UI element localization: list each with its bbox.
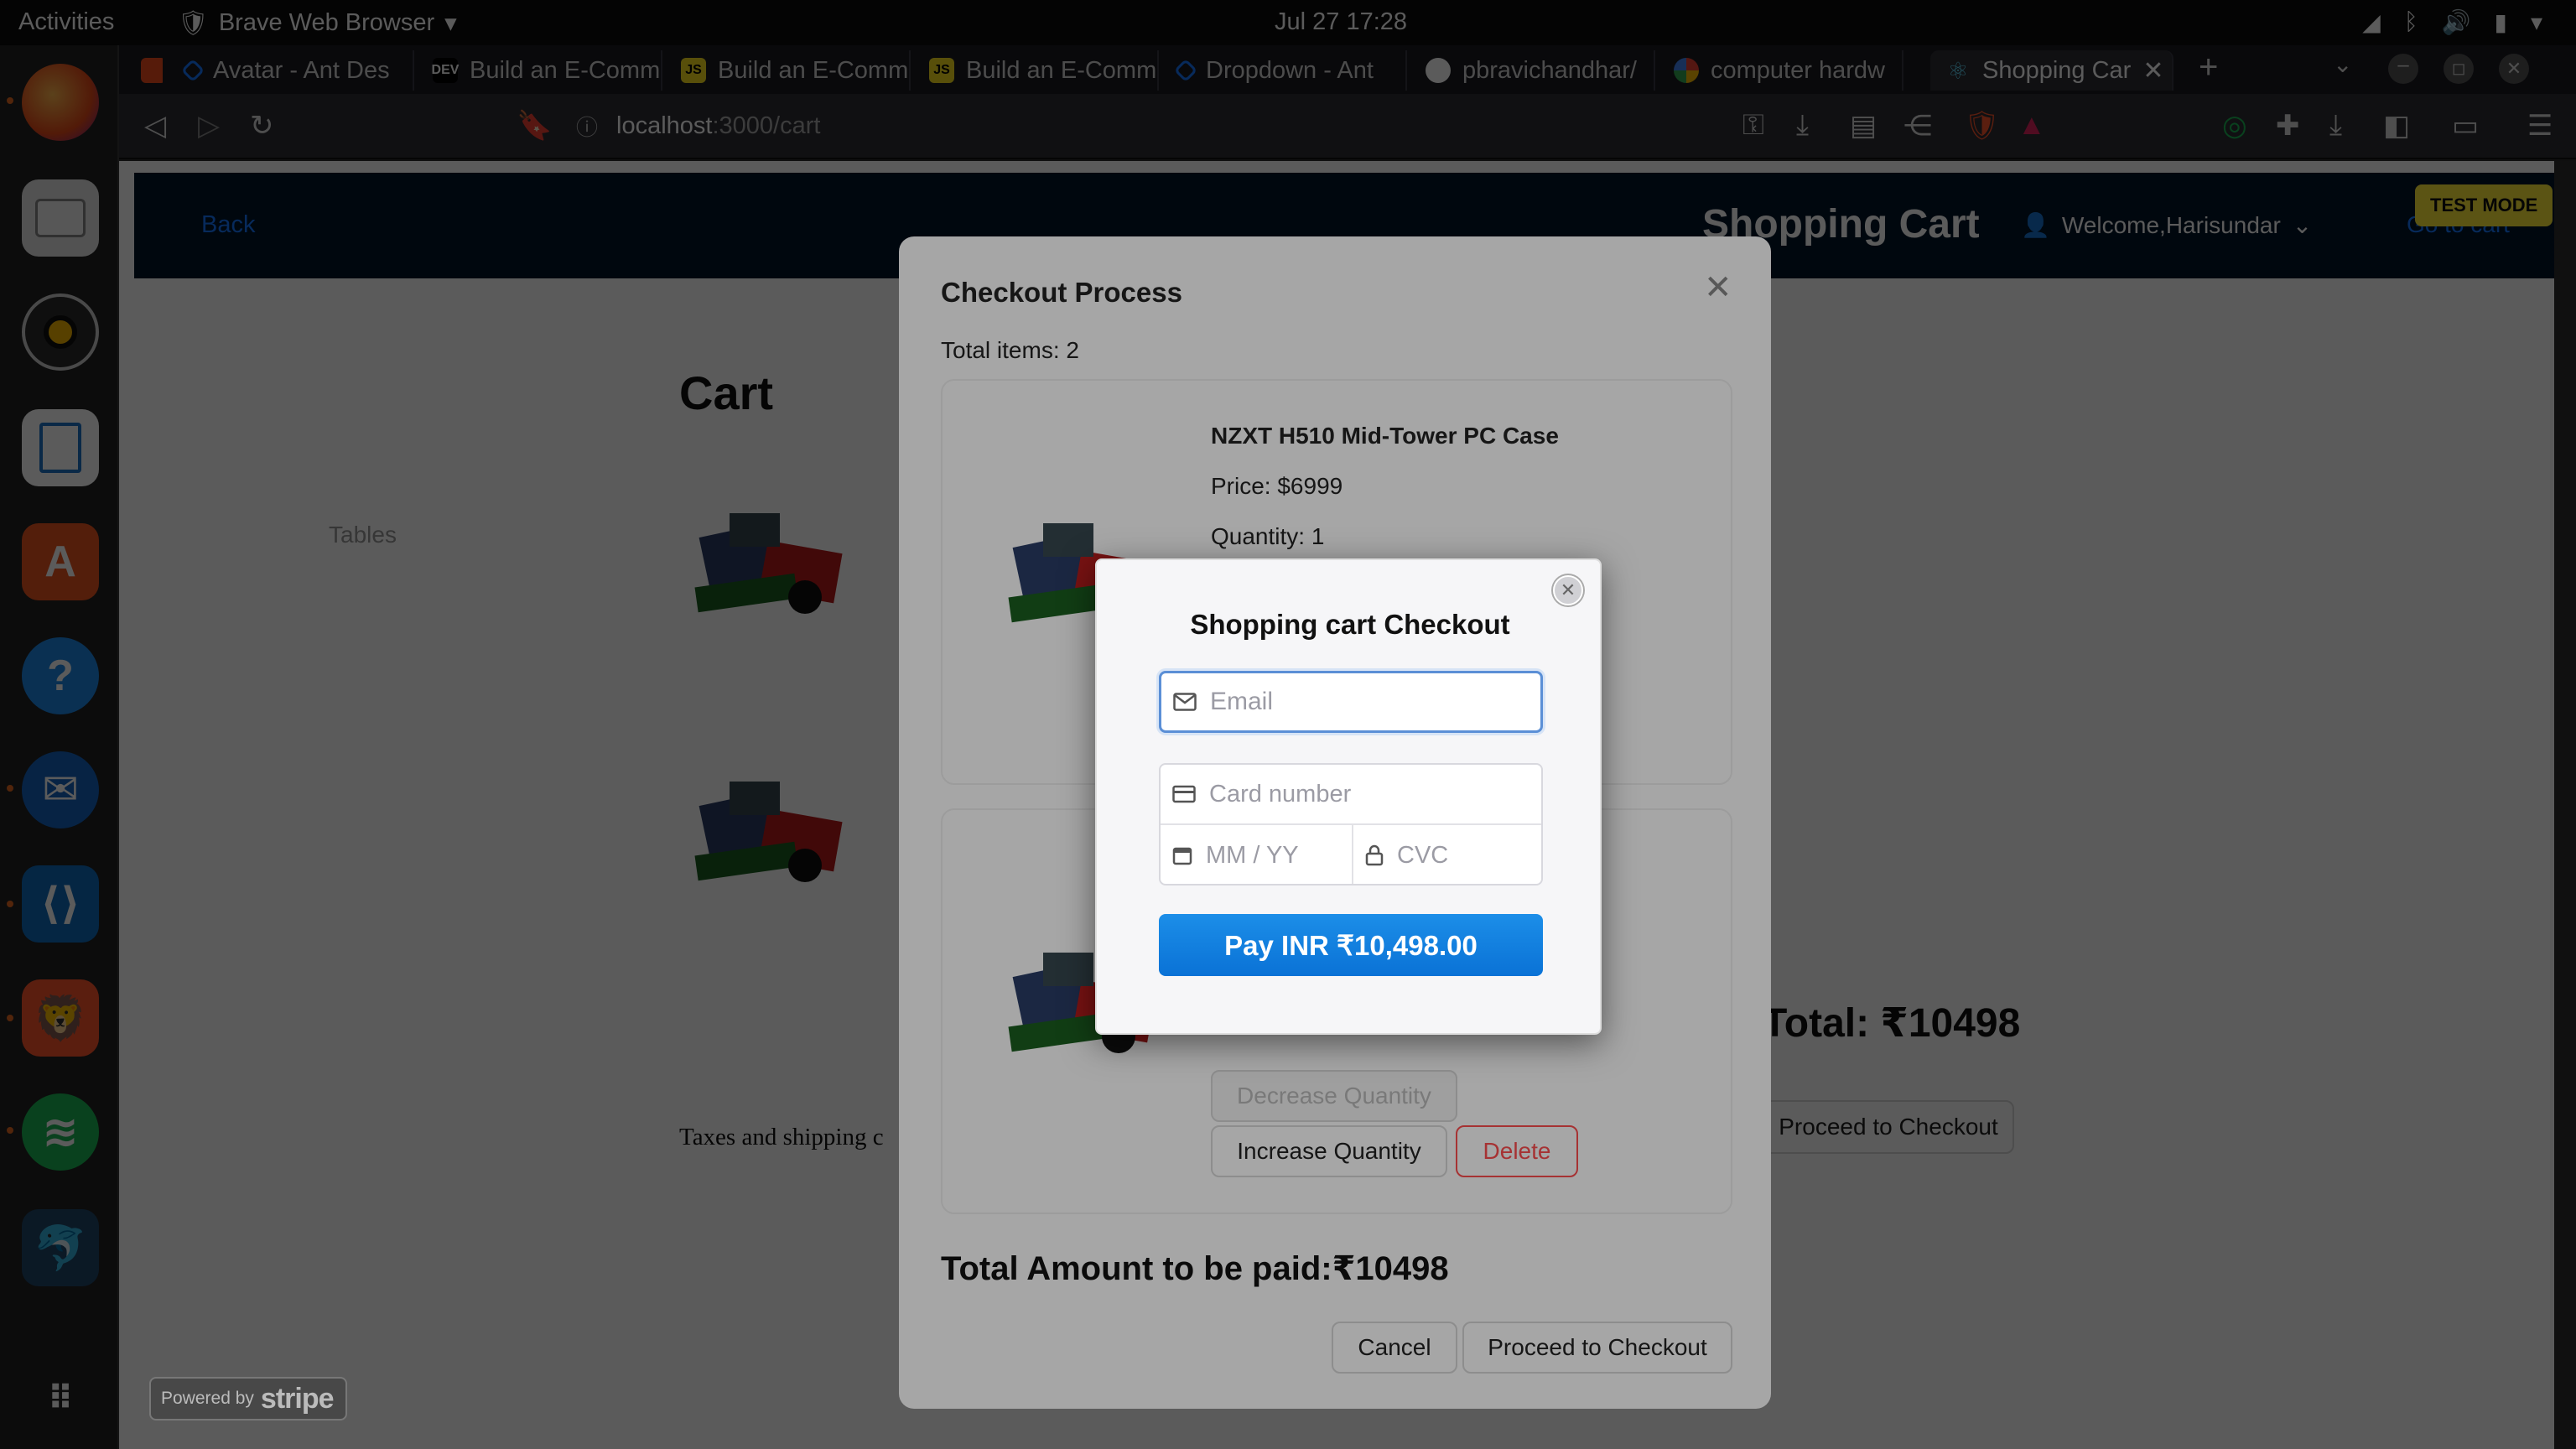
powered-by-label: Powered by (161, 1389, 254, 1408)
stripe-checkout-dialog: ✕ Shopping cart Checkout Pay INR ₹10,49 (1095, 558, 1602, 1035)
calendar-icon (1172, 845, 1192, 865)
expiry-input[interactable] (1206, 841, 1340, 870)
powered-by-stripe-badge[interactable]: Powered by stripe (149, 1377, 347, 1420)
credit-card-icon (1172, 785, 1196, 803)
card-details-group (1159, 763, 1543, 886)
lock-icon (1365, 844, 1384, 866)
stripe-logo: stripe (260, 1382, 335, 1415)
email-input[interactable] (1210, 688, 1529, 716)
close-icon[interactable]: ✕ (1553, 575, 1583, 605)
email-field[interactable] (1159, 671, 1543, 733)
envelope-icon (1173, 693, 1197, 711)
card-number-field[interactable] (1161, 765, 1541, 825)
cvc-input[interactable] (1397, 841, 1531, 870)
stripe-title: Shopping cart Checkout (1190, 609, 1510, 640)
expiry-field[interactable] (1161, 825, 1353, 884)
cvc-field[interactable] (1353, 825, 1541, 884)
pay-button[interactable]: Pay INR ₹10,498.00 (1159, 914, 1543, 976)
card-number-input[interactable] (1209, 780, 1528, 808)
